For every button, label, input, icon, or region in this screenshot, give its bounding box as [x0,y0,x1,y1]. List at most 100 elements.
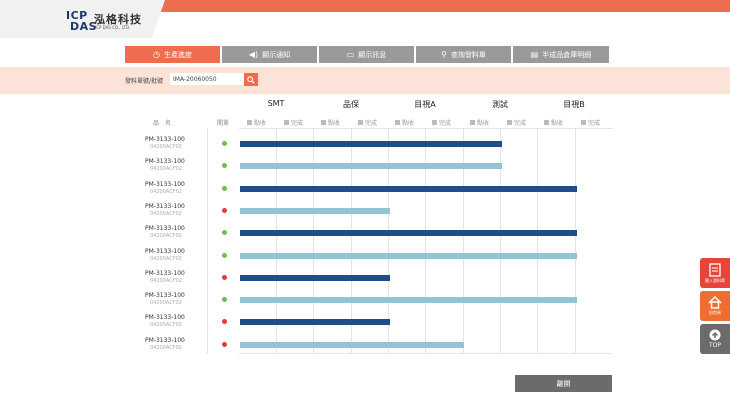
speaker-icon: ◀) [248,49,259,59]
search-icon [247,75,255,84]
progress-bar [240,297,577,304]
tab-label: 顯示訊息 [358,50,387,59]
progress-bar [240,274,390,281]
row-item-code: 04200ACF02 [150,233,182,240]
header-bar: ICP DAS 泓格科技 ICP DAS CO., LTD. [0,0,730,38]
progress-bar [240,207,390,214]
checkbox-icon [247,120,252,125]
row-item-code: 04200ACF02 [150,344,182,351]
progress-bar [240,252,577,259]
tab-show-notice[interactable]: ◀) 顯示通知 [222,46,317,63]
row-item-name: PM-3133-100 [145,292,185,300]
progress-bar [240,141,502,147]
sub-label-text: 點收 [254,120,267,127]
progress-bar [240,230,577,237]
checkbox-icon [581,120,586,125]
float-label: 回首頁 [709,310,721,315]
status-dot [222,230,227,236]
leave-button[interactable]: 離開 [515,375,612,392]
grid-divider [207,128,208,354]
search-button[interactable] [244,73,258,86]
logo-name-en: ICP DAS CO., LTD. [95,25,131,30]
sub-label-text: 點收 [551,120,564,127]
search-icon: ⚲ [441,49,447,59]
sub-label-done: 完成 [358,118,377,127]
row-item-name: PM-3133-100 [145,136,185,143]
status-dot [222,141,227,146]
grid-line [537,128,538,354]
tab-show-message[interactable]: ▭ 顯示訊息 [319,46,414,63]
status-dot [222,341,227,347]
sub-label-text: 完成 [514,120,527,127]
tab-label: 查詢發料單 [450,50,486,59]
sub-label-text: 完成 [439,120,452,127]
grid-line [463,128,464,354]
row-item-name: PM-3133-100 [145,202,185,210]
tab-production-progress[interactable]: ◷ 生產進度 [125,46,220,63]
checkbox-icon [507,120,512,125]
stage-label: 品保 [343,100,359,109]
status-dot [222,185,227,191]
row-item-code: 04200ACF02 [150,255,182,262]
row-item-code: 04200ACF02 [150,322,182,329]
top-button[interactable]: TOP [700,324,730,354]
stage-label: SMT [267,99,285,108]
grid-line [425,128,426,354]
row-item-code: 04200ACF02 [150,210,182,217]
sub-label-received: 點收 [321,118,340,127]
logo[interactable]: ICP DAS 泓格科技 ICP DAS CO., LTD. [0,0,165,38]
row-item-code: 04200ACF02 [150,144,182,150]
grid-line [575,128,576,354]
row-item-name: PM-3133-100 [145,269,185,277]
issue-number-input[interactable] [170,73,244,85]
sub-label-text: 完成 [291,120,304,127]
progress-bar [240,185,577,192]
sub-label-received: 點收 [247,118,266,127]
clock-icon: ◷ [153,49,160,59]
tab-label: 生產進度 [163,50,192,59]
stage-label: 目視A [414,100,436,109]
checkbox-icon [321,120,326,125]
progress-bar [240,163,502,170]
header-accent-strip [150,0,730,12]
document-icon [709,262,721,277]
sub-label-done: 完成 [432,118,451,127]
checkbox-icon [358,120,363,125]
float-label: TOP [708,342,721,349]
status-dot [222,297,227,303]
stage-label: 目視B [563,100,585,109]
status-dot [222,163,227,169]
checkbox-icon [432,120,437,125]
home-button[interactable]: 回首頁 [700,291,730,321]
row-item-name: PM-3133-100 [145,314,185,322]
filter-label: 發料單號/批號 [125,78,164,85]
row-item-code: 04200ACF02 [150,188,182,195]
tab-label: 半成品倉庫明細 [542,50,592,59]
checkbox-icon [395,120,400,125]
row-item-code: 04200ACF02 [150,277,182,284]
sub-label-text: 點收 [402,120,415,127]
row-item-code: 04200ACF02 [150,300,182,307]
row-item-name: PM-3133-100 [145,225,185,233]
sub-label-received: 點收 [395,118,414,127]
sub-label-text: 點收 [477,120,490,127]
row-item-name: PM-3133-100 [145,158,185,166]
sub-label-text: 點收 [328,120,341,127]
row-item-code: 04200ACF02 [150,166,182,173]
column-header-start: 開單 [217,120,230,127]
import-issue-button[interactable]: 匯入發料單 [700,258,730,288]
tab-wip-warehouse[interactable]: ▤ 半成品倉庫明細 [513,46,609,63]
checkbox-icon [544,120,549,125]
checkbox-icon [284,120,289,125]
status-dot [222,319,227,325]
sub-label-received: 點收 [544,118,563,127]
tab-label: 顯示通知 [262,50,291,59]
arrow-up-icon [709,329,721,341]
progress-bar [240,319,390,326]
stage-label: 測試 [492,100,508,109]
row-item-name: PM-3133-100 [145,247,185,255]
tab-search-issue[interactable]: ⚲ 查詢發料單 [416,46,511,63]
filter-bar [0,67,730,94]
column-header-name: 品 名 [153,120,172,127]
status-dot [222,252,227,258]
